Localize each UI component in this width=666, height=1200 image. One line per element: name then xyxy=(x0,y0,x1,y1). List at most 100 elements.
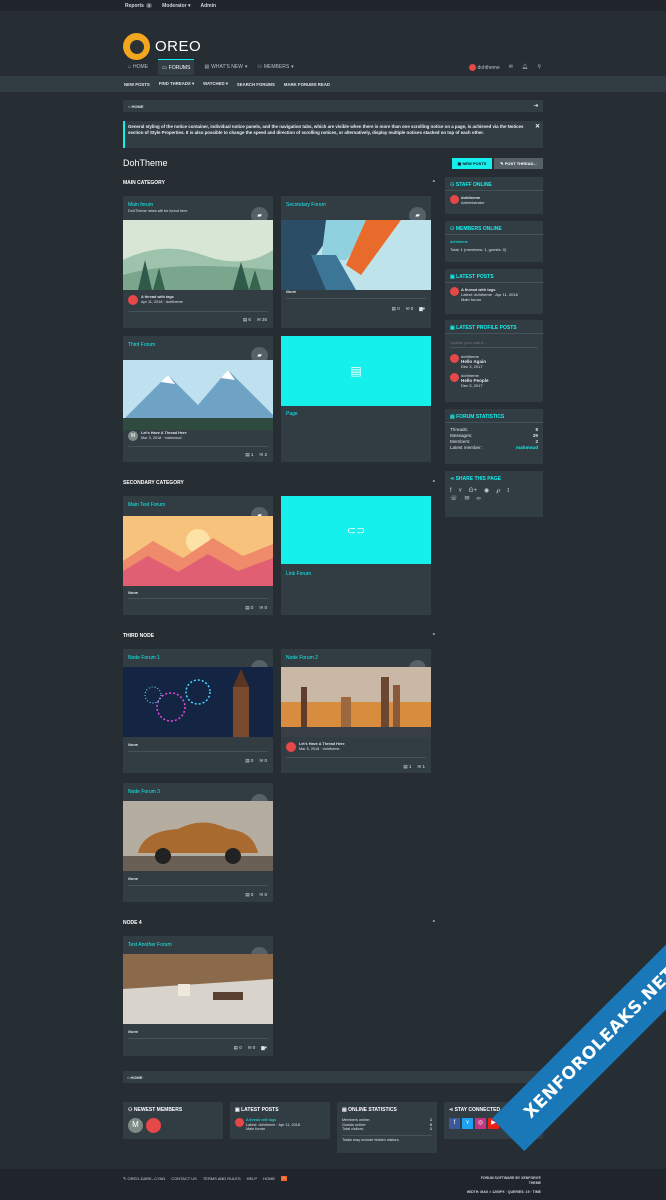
twitter-icon[interactable]: ʏ xyxy=(459,488,462,494)
nav-members[interactable]: ⚇ MEMBERS ▾ xyxy=(257,59,293,75)
nav-whats-new[interactable]: ▤ WHAT'S NEW ▾ xyxy=(204,59,247,75)
tumblr-icon[interactable]: t xyxy=(507,488,509,494)
forum-title[interactable]: Secondary Forum xyxy=(286,202,326,208)
email-icon[interactable]: ✉ xyxy=(465,496,470,502)
avatar[interactable] xyxy=(450,195,459,204)
folder-icon[interactable]: ▆▾ xyxy=(261,1045,267,1051)
member-link[interactable]: dohtheme xyxy=(450,239,538,244)
latest-post-forum[interactable]: Main forum xyxy=(246,1127,265,1131)
collapse-icon[interactable]: ⌃ xyxy=(432,920,436,926)
brand-name[interactable]: OREO xyxy=(155,38,201,55)
forum-title[interactable]: Node Forum 2 xyxy=(286,655,318,661)
subnav-search-forums[interactable]: SEARCH FORUMS xyxy=(237,82,275,87)
forum-stats: ▤ 1 ✉ 1 xyxy=(403,764,425,769)
avatar[interactable]: M xyxy=(128,431,138,441)
avatar[interactable] xyxy=(450,287,459,296)
jump-icon[interactable]: ⇥ xyxy=(534,103,538,109)
forum-card-third[interactable]: Third Forum ▰ M Let's Have A Thread Here… xyxy=(123,336,273,462)
forum-card-another[interactable]: Test Another Forum ▰ None ▤ 0✉ 0▆▾ xyxy=(123,936,273,1056)
link-forum-title[interactable]: Link Forum xyxy=(286,571,311,577)
subnav-new-posts[interactable]: NEW POSTS xyxy=(124,82,150,87)
threads-icon: ▤ xyxy=(403,764,408,769)
forum-card-node1[interactable]: Node Forum 1 ▰ None ▤ 0✉ 0 xyxy=(123,649,273,773)
nav-forums[interactable]: ▭ FORUMS xyxy=(158,59,195,75)
sub-nav: NEW POSTS FIND THREADS ▾ WATCHED ▾ SEARC… xyxy=(0,76,666,92)
twitter-icon[interactable]: ʏ xyxy=(462,1118,473,1129)
subnav-watched[interactable]: WATCHED ▾ xyxy=(203,81,228,87)
avatar[interactable] xyxy=(146,1118,161,1133)
avatar[interactable] xyxy=(128,295,138,305)
style-chooser-link[interactable]: ✎ OREO-DARK--CYAN xyxy=(123,1176,165,1181)
last-post[interactable]: Let's Have A Thread Here Mar 5, 2018 · d… xyxy=(286,742,345,752)
whatsapp-icon[interactable]: ☏ xyxy=(450,496,458,502)
breadcrumb-home[interactable]: HOME xyxy=(132,104,144,109)
messages-icon: ✉ xyxy=(259,758,264,763)
page-card[interactable]: ▤ Page xyxy=(281,336,431,462)
forum-title[interactable]: Main Test Forum xyxy=(128,502,165,508)
search-icon[interactable]: ⚲ xyxy=(537,64,541,70)
close-icon[interactable]: ✕ xyxy=(535,124,540,130)
forum-image xyxy=(281,667,431,737)
forum-card-node3[interactable]: Node Forum 3 ▰ None ▤ 0✉ 0 xyxy=(123,783,273,902)
avatar[interactable] xyxy=(450,354,459,363)
inbox-icon[interactable]: ✉ xyxy=(509,64,513,70)
new-posts-button[interactable]: ▣ NEW POSTS xyxy=(452,158,492,169)
bell-icon[interactable]: 🔔︎ xyxy=(522,64,528,70)
moderator-link[interactable]: Moderator ▾ xyxy=(162,3,190,9)
facebook-icon[interactable]: f xyxy=(449,1118,460,1129)
help-link[interactable]: HELP xyxy=(247,1176,257,1181)
contact-link[interactable]: CONTACT US xyxy=(171,1176,197,1181)
forum-card-node2[interactable]: Node Forum 2 ▰ Let's Have A Thread Here … xyxy=(281,649,431,773)
forum-stats: ▤ 0 ✉ 0 xyxy=(245,605,267,610)
avatar[interactable] xyxy=(235,1118,244,1127)
avatar[interactable] xyxy=(286,742,296,752)
category-third[interactable]: THIRD NODE ⌃ xyxy=(123,633,438,643)
last-post[interactable]: M Let's Have A Thread Here Mar 3, 2018 ·… xyxy=(128,431,187,441)
rss-icon[interactable]: ◠ xyxy=(281,1176,287,1181)
forum-title[interactable]: Third Forum xyxy=(128,342,155,348)
latest-post-forum[interactable]: Main forum xyxy=(461,297,481,302)
googleplus-icon[interactable]: G+ xyxy=(469,488,477,494)
latest-post-link[interactable]: A thread with tags xyxy=(246,1118,276,1122)
page-title-link[interactable]: Page xyxy=(286,411,298,417)
instagram-icon[interactable]: ◎ xyxy=(475,1118,486,1129)
account-link[interactable]: dohtheme xyxy=(468,63,500,71)
members-online-widget: ⚇ MEMBERS ONLINE dohtheme Total: 1 (membe… xyxy=(445,221,543,262)
forum-title[interactable]: Node Forum 1 xyxy=(128,655,160,661)
collapse-icon[interactable]: ⌃ xyxy=(432,180,436,186)
forum-card-secondary[interactable]: Secondary Forum ▰ None ▤ 0 ✉ 0 ▆▾ xyxy=(281,196,431,328)
reddit-icon[interactable]: ◉ xyxy=(484,488,489,494)
nav-home[interactable]: ⌂ HOME xyxy=(128,59,148,75)
reports-link[interactable]: Reports 5 xyxy=(125,2,153,9)
forum-card-main[interactable]: Main forum DohTheme news will be found h… xyxy=(123,196,273,328)
category-node4[interactable]: NODE 4 ⌃ xyxy=(123,920,438,930)
forum-title[interactable]: Main forum xyxy=(128,202,153,208)
admin-link[interactable]: Admin xyxy=(201,3,217,9)
footer-home-link[interactable]: HOME xyxy=(263,1176,275,1181)
subnav-mark-read[interactable]: MARK FORUMS READ xyxy=(284,82,330,87)
facebook-icon[interactable]: f xyxy=(450,488,452,494)
theme-credit[interactable]: THEME xyxy=(467,1181,541,1186)
link-icon[interactable]: ∞ xyxy=(477,496,481,502)
folder-icon[interactable]: ▆▾ xyxy=(419,306,425,312)
breadcrumb-home[interactable]: HOME xyxy=(131,1075,143,1080)
avatar[interactable]: M xyxy=(128,1118,143,1133)
link-forum-card[interactable]: ⊂⊃ Link Forum xyxy=(281,496,431,615)
latest-member-link[interactable]: mahmoud xyxy=(516,445,538,451)
forum-title[interactable]: Node Forum 3 xyxy=(128,789,160,795)
logo-icon[interactable] xyxy=(123,33,150,60)
avatar[interactable] xyxy=(450,373,459,382)
collapse-icon[interactable]: ⌃ xyxy=(432,480,436,486)
pinterest-icon[interactable]: ℘ xyxy=(496,488,500,494)
terms-link[interactable]: TERMS AND RULES xyxy=(203,1176,241,1181)
category-secondary[interactable]: SECONDARY CATEGORY ⌃ xyxy=(123,480,438,490)
category-main[interactable]: MAIN CATEGORY ⌃ xyxy=(123,180,438,190)
collapse-icon[interactable]: ⌃ xyxy=(432,633,436,639)
forum-title[interactable]: Test Another Forum xyxy=(128,942,172,948)
post-thread-button[interactable]: ✎ POST THREAD... xyxy=(494,158,543,169)
status-input[interactable] xyxy=(450,338,538,348)
breadcrumb: ⌂ HOME ⇥ xyxy=(123,100,543,112)
subnav-find-threads[interactable]: FIND THREADS ▾ xyxy=(159,81,194,87)
forum-card-main-test[interactable]: Main Test Forum ▰ None ▤ 0✉ 0 xyxy=(123,496,273,615)
last-post[interactable]: A thread with tags Apr 11, 2018 · dohthe… xyxy=(128,295,183,305)
